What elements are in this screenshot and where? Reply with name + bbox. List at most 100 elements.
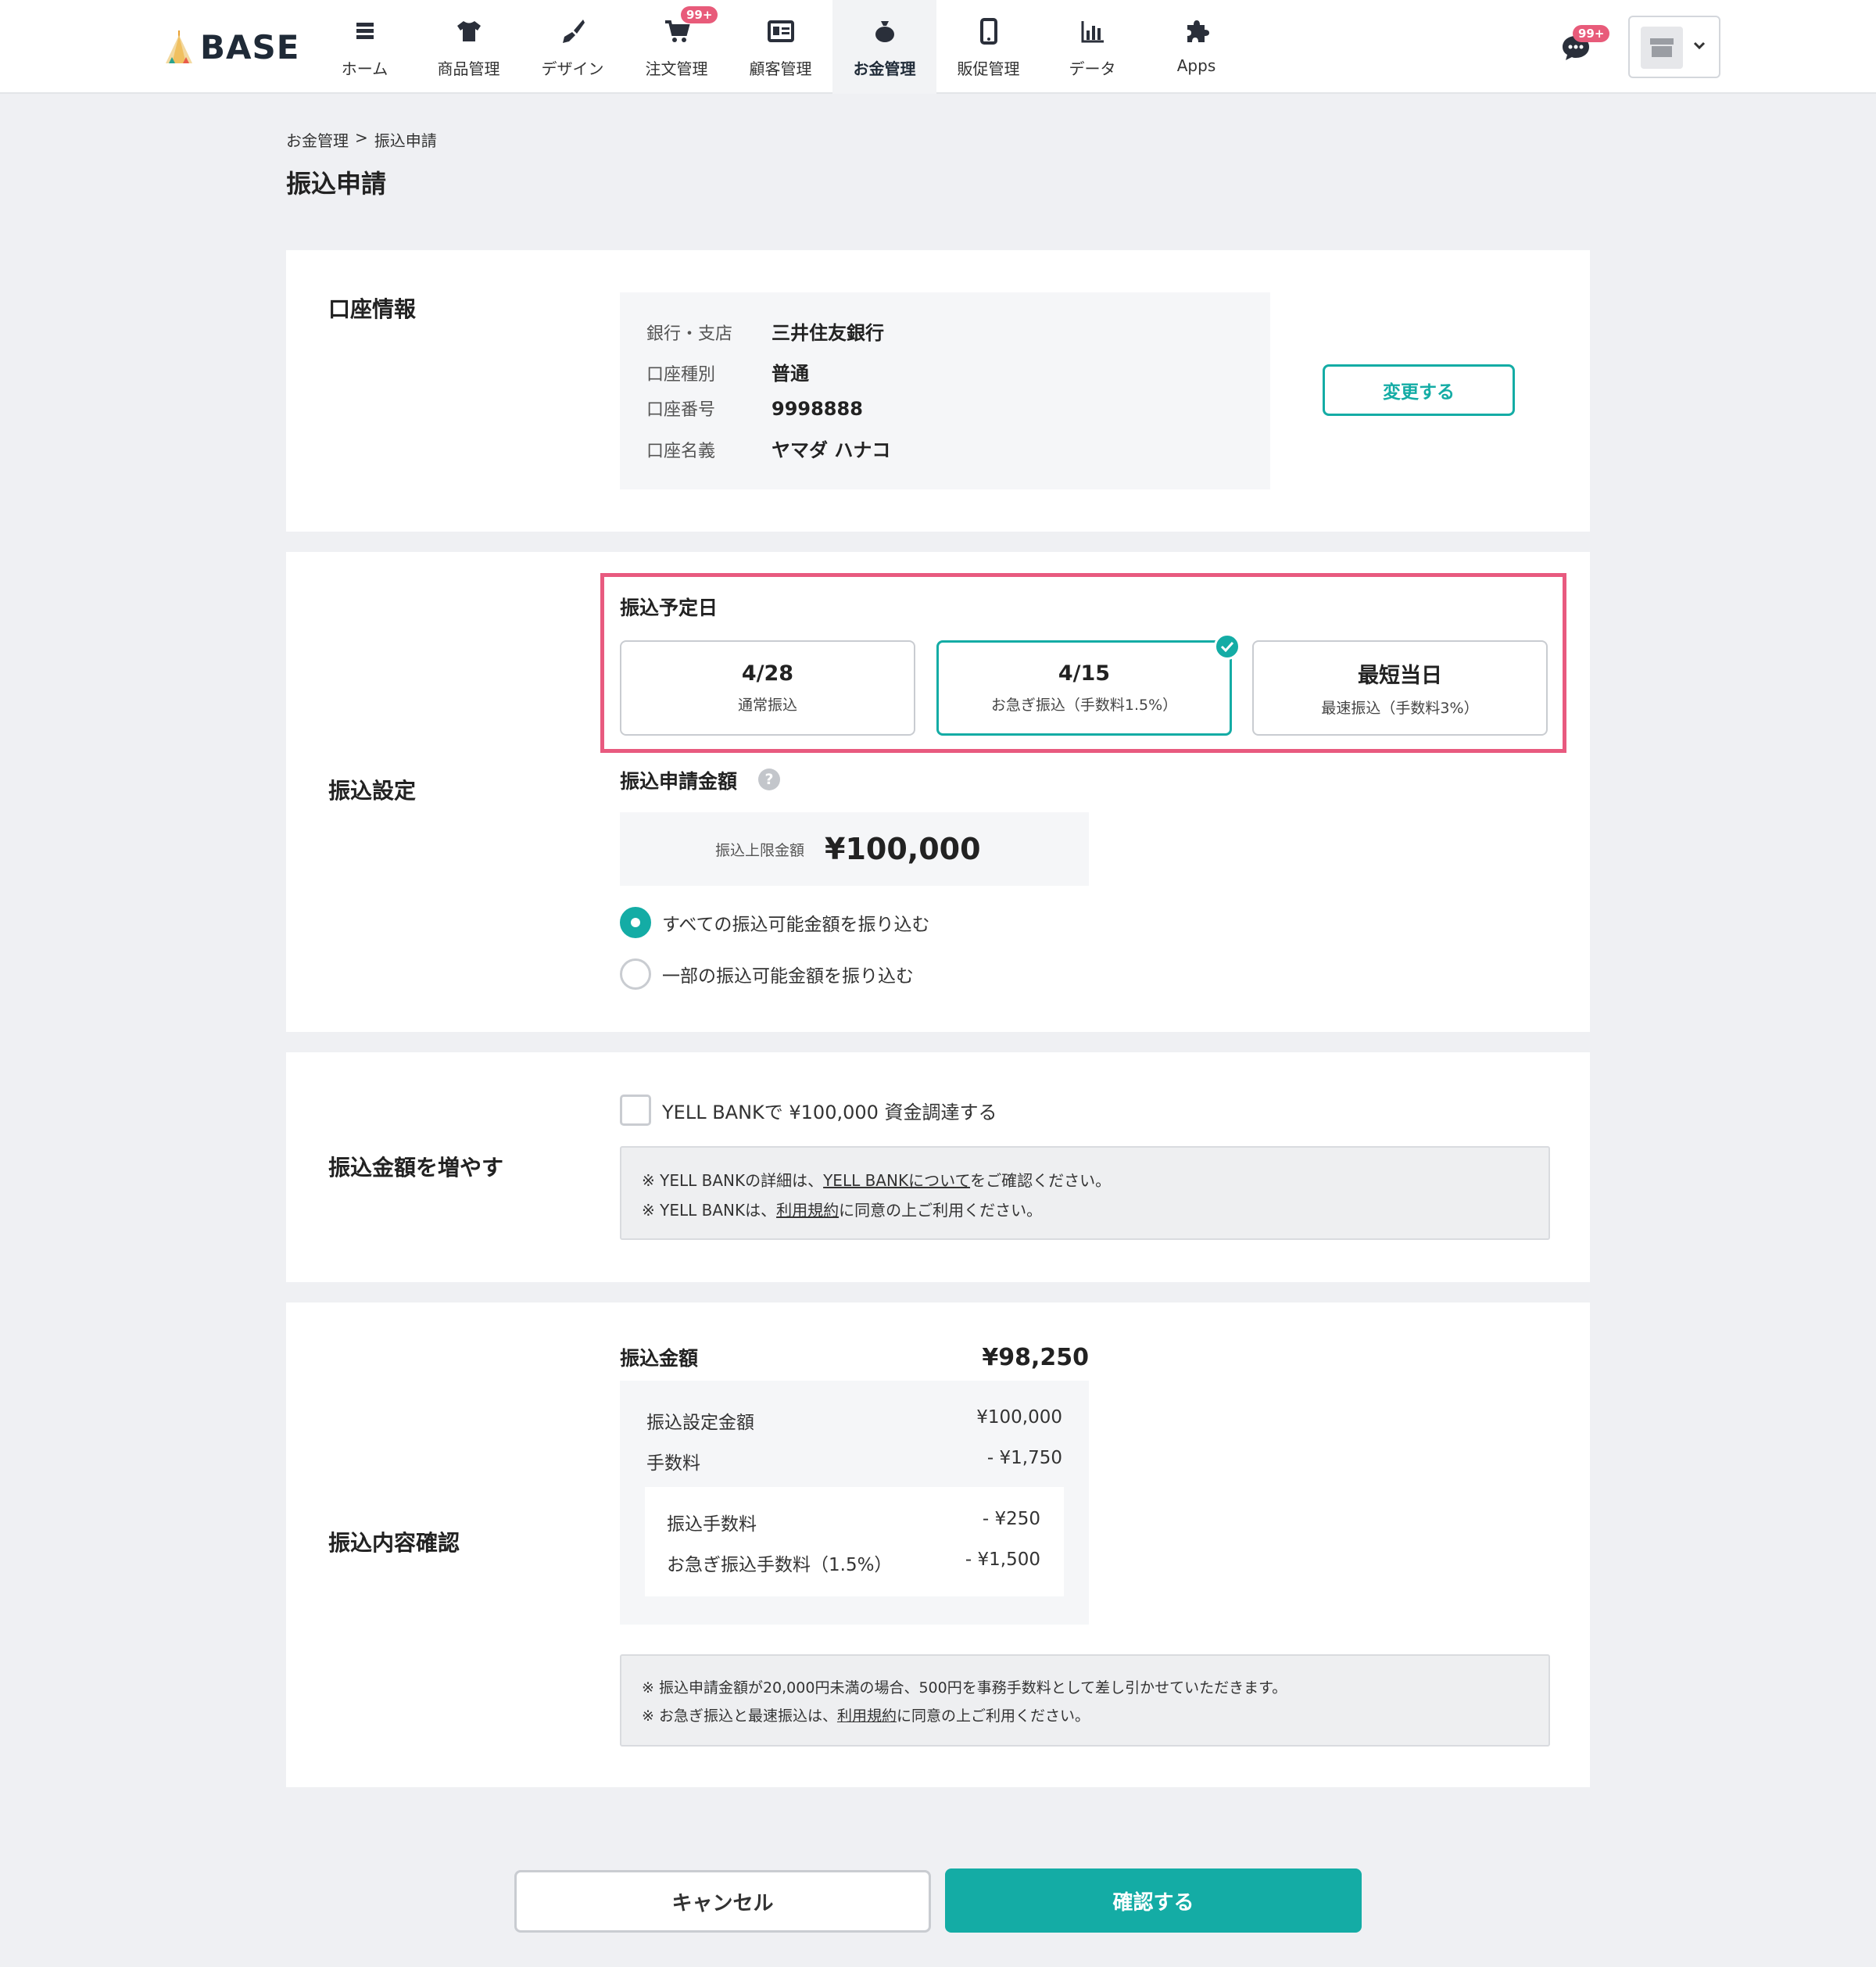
top-navigation-bar: BASE ホーム 商品管理 デザイン 99+ 注文管理 顧客管理 お金管理 販促… — [0, 0, 1876, 94]
note-text: ※ お急ぎ振込と最速振込は、 — [642, 1707, 837, 1725]
radio-unselected-icon — [620, 958, 651, 990]
help-icon[interactable]: ? — [758, 769, 780, 790]
account-row-type: 口座種別 普通 — [646, 358, 809, 385]
breadcrumb: お金管理 > 振込申請 — [286, 128, 437, 151]
note-text: ※ YELL BANKの詳細は、 — [642, 1171, 824, 1190]
account-value: 普通 — [772, 363, 809, 385]
breadcrumb-separator: > — [355, 128, 368, 147]
note-text: ※ YELL BANKは、 — [642, 1201, 777, 1220]
account-key: 口座名義 — [646, 442, 716, 461]
radio-transfer-partial[interactable]: 一部の振込可能金額を振り込む — [620, 958, 914, 990]
yell-bank-notes: ※ YELL BANKの詳細は、YELL BANKについてをご確認ください。 ※… — [620, 1146, 1550, 1240]
radio-label: 一部の振込可能金額を振り込む — [662, 966, 914, 987]
chat-button[interactable]: 99+ — [1560, 25, 1610, 66]
radio-selected-icon — [620, 907, 651, 938]
store-icon — [1641, 27, 1683, 69]
yell-bank-about-link[interactable]: YELL BANKについて — [823, 1171, 970, 1190]
total-amount-row: 振込金額 ¥98,250 — [620, 1343, 1089, 1371]
note-line: ※ お急ぎ振込と最速振込は、利用規約に同意の上ご利用ください。 — [642, 1704, 1090, 1725]
account-row-number: 口座番号 9998888 — [646, 396, 863, 421]
yell-bank-checkbox[interactable] — [620, 1095, 651, 1126]
increase-section-title: 振込金額を増やす — [328, 1155, 504, 1181]
account-key: 銀行・支店 — [646, 324, 733, 344]
fee-key: お急ぎ振込手数料（1.5%） — [667, 1555, 893, 1575]
breakdown-box: 振込設定金額 ¥100,000 手数料 - ¥1,750 振込手数料 - ¥25… — [620, 1381, 1089, 1625]
breakdown-value: ¥100,000 — [976, 1407, 1062, 1428]
base-logo[interactable]: BASE — [164, 23, 299, 70]
fee-value: - ¥250 — [982, 1509, 1040, 1529]
checkbox-label: YELL BANKで ¥100,000 資金調達する — [662, 1101, 997, 1123]
brush-icon — [557, 16, 589, 47]
nav-label: Apps — [1176, 56, 1216, 75]
bar-chart-icon — [1077, 16, 1108, 47]
radio-label: すべての振込可能金額を振り込む — [662, 915, 930, 935]
nav-design[interactable]: デザイン — [521, 0, 625, 94]
confirm-notes: ※ 振込申請金額が20,000円未満の場合、500円を事務手数料として差し引かせ… — [620, 1654, 1550, 1747]
nav-products[interactable]: 商品管理 — [417, 0, 521, 94]
account-info-card: 口座情報 銀行・支店 三井住友銀行 口座種別 普通 口座番号 9998888 口… — [286, 250, 1590, 532]
customer-card-icon — [765, 16, 797, 47]
breakdown-row: 手数料 - ¥1,750 — [646, 1448, 1062, 1474]
nav-money[interactable]: お金管理 — [832, 0, 936, 94]
nav-label: 商品管理 — [437, 59, 500, 78]
date-option-express[interactable]: 4/15 お急ぎ振込（手数料1.5%） — [936, 633, 1241, 736]
check-icon — [1214, 633, 1241, 660]
nav-label: ホーム — [341, 59, 388, 78]
radio-transfer-all[interactable]: すべての振込可能金額を振り込む — [620, 907, 929, 938]
fee-row: お急ぎ振込手数料（1.5%） - ¥1,500 — [667, 1550, 1040, 1576]
breadcrumb-parent[interactable]: お金管理 — [286, 128, 349, 151]
nav-label: 注文管理 — [645, 59, 708, 78]
option-date: 4/15 — [1058, 661, 1111, 686]
puzzle-icon — [1181, 16, 1212, 47]
account-section-title: 口座情報 — [328, 296, 417, 322]
transfer-date-title: 振込予定日 — [620, 597, 718, 619]
account-row-bank: 銀行・支店 三井住友銀行 — [646, 317, 884, 345]
note-line: ※ 振込申請金額が20,000円未満の場合、500円を事務手数料として差し引かせ… — [642, 1679, 1287, 1696]
transfer-settings-card: 振込設定 振込予定日 4/28 通常振込 4/15 お急ぎ振込（手数料1.5%）… — [286, 552, 1590, 1032]
account-value: ヤマダ ハナコ — [772, 439, 891, 461]
option-date: 4/28 — [741, 661, 794, 686]
transfer-confirm-card: 振込内容確認 振込金額 ¥98,250 振込設定金額 ¥100,000 手数料 … — [286, 1302, 1590, 1787]
nav-label: データ — [1069, 59, 1116, 78]
nav-apps[interactable]: Apps — [1144, 0, 1248, 94]
breakdown-key: 手数料 — [646, 1453, 700, 1474]
yell-bank-checkbox-row[interactable]: YELL BANKで ¥100,000 資金調達する — [620, 1095, 997, 1126]
cancel-button[interactable]: キャンセル — [514, 1870, 931, 1933]
logo-text: BASE — [200, 27, 300, 66]
confirm-button[interactable]: 確認する — [945, 1868, 1362, 1933]
nav-data[interactable]: データ — [1040, 0, 1144, 94]
limit-amount-box: 振込上限金額 ¥100,000 — [620, 812, 1089, 886]
terms-link[interactable]: 利用規約 — [776, 1201, 839, 1220]
chat-badge: 99+ — [1573, 25, 1610, 42]
breakdown-value: - ¥1,750 — [986, 1448, 1062, 1468]
date-option-fastest[interactable]: 最短当日 最速振込（手数料3%） — [1252, 640, 1548, 736]
note-text: に同意の上ご利用ください。 — [839, 1201, 1043, 1220]
nav-orders[interactable]: 99+ 注文管理 — [625, 0, 729, 94]
change-account-button[interactable]: 変更する — [1323, 364, 1515, 416]
option-desc: 通常振込 — [737, 697, 797, 714]
breadcrumb-current: 振込申請 — [374, 131, 437, 150]
nav-label: 顧客管理 — [749, 59, 812, 78]
tent-logo-icon — [166, 30, 192, 63]
nav-label: デザイン — [541, 59, 604, 78]
limit-value: ¥100,000 — [825, 832, 981, 866]
nav-promotion[interactable]: 販促管理 — [936, 0, 1040, 94]
nav-label: お金管理 — [853, 59, 916, 78]
nav-home[interactable]: ホーム — [313, 0, 417, 94]
terms-link[interactable]: 利用規約 — [837, 1707, 897, 1725]
breakdown-row: 振込設定金額 ¥100,000 — [646, 1407, 1062, 1434]
total-label: 振込金額 — [620, 1347, 699, 1370]
confirm-section-title: 振込内容確認 — [328, 1530, 460, 1556]
account-value: 9998888 — [772, 398, 863, 420]
nav-customers[interactable]: 顧客管理 — [729, 0, 832, 94]
option-desc: お急ぎ振込（手数料1.5%） — [990, 697, 1178, 714]
note-line: ※ YELL BANKは、利用規約に同意の上ご利用ください。 — [642, 1198, 1042, 1220]
home-list-icon — [349, 16, 381, 47]
limit-label: 振込上限金額 — [715, 841, 805, 859]
date-option-normal[interactable]: 4/28 通常振込 — [620, 640, 915, 736]
note-text: に同意の上ご利用ください。 — [896, 1707, 1090, 1725]
store-menu-button[interactable] — [1628, 16, 1720, 78]
account-value: 三井住友銀行 — [772, 322, 884, 344]
note-text: をご確認ください。 — [970, 1171, 1112, 1190]
option-desc: 最速振込（手数料3%） — [1321, 700, 1479, 717]
